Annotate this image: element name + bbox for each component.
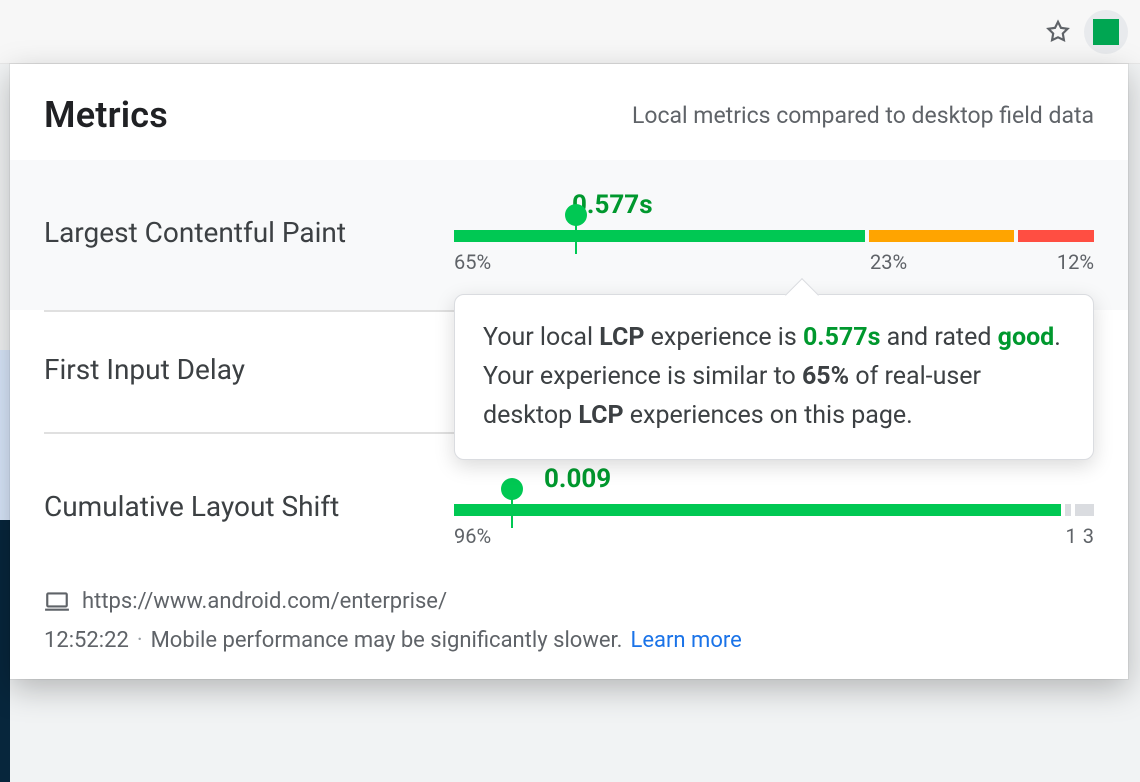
panel-footer: https://www.android.com/enterprise/ 12:5…: [10, 584, 1128, 679]
local-value-marker-icon: [501, 478, 523, 500]
segment-good: [454, 230, 865, 242]
extension-status-icon: [1093, 19, 1119, 45]
background-dark-band: [0, 520, 10, 782]
field-distribution-bar: [454, 230, 1094, 242]
tt-value: 0.577s: [803, 323, 880, 352]
footer-url-line: https://www.android.com/enterprise/: [44, 588, 1094, 614]
segment-good: [454, 504, 1061, 516]
page-url: https://www.android.com/enterprise/: [82, 589, 447, 614]
metric-local-value: 0.577s: [572, 190, 1094, 224]
pct-good: 96%: [454, 524, 491, 548]
device-desktop-icon: [44, 588, 70, 614]
metric-label: First Input Delay: [44, 353, 454, 386]
background-stripe: [0, 350, 10, 530]
timestamp: 12:52:22: [44, 628, 129, 653]
metric-label: Cumulative Layout Shift: [44, 490, 454, 523]
metric-chart-cls: 0.009 96% 1 3: [454, 464, 1094, 548]
metric-chart-lcp: 0.577s 65% 23% 12%: [454, 190, 1094, 274]
tt-percent: 65%: [802, 362, 849, 391]
panel-title: Metrics: [44, 94, 168, 136]
tt-rating: good: [998, 323, 1055, 352]
segment-needs-improvement: [869, 230, 1014, 242]
metric-local-value: 0.009: [544, 464, 1094, 498]
tt-text: and rated: [880, 323, 997, 352]
pct-good: 65%: [454, 250, 870, 274]
pct-ok: 23%: [870, 250, 1017, 274]
segment-percent-labels: 65% 23% 12%: [454, 250, 1094, 274]
bookmark-star-icon[interactable]: [1044, 18, 1072, 46]
panel-subtitle: Local metrics compared to desktop field …: [632, 102, 1094, 129]
metric-row-lcp[interactable]: Largest Contentful Paint 0.577s 65% 23% …: [10, 160, 1128, 310]
tt-text: experiences on this page.: [624, 401, 913, 430]
segment-unknown-a: [1065, 504, 1071, 516]
local-value-marker-icon: [565, 204, 587, 226]
pct-bad: 12%: [1017, 250, 1094, 274]
separator-dot: ·: [137, 628, 143, 653]
segment-poor: [1018, 230, 1094, 242]
metric-tooltip: Your local LCP experience is 0.577s and …: [454, 294, 1094, 460]
tt-abbr: LCP: [578, 401, 623, 430]
panel-header: Metrics Local metrics compared to deskto…: [10, 64, 1128, 160]
browser-toolbar: [0, 0, 1140, 64]
extension-badge[interactable]: [1084, 10, 1128, 54]
tt-text: experience is: [644, 323, 803, 352]
tt-text: Your local: [483, 323, 599, 352]
learn-more-link[interactable]: Learn more: [630, 628, 741, 653]
mobile-warning-text: Mobile performance may be significantly …: [151, 628, 623, 653]
pct-b: 3: [1083, 524, 1094, 548]
tt-abbr: LCP: [599, 323, 644, 352]
pct-a: 1: [1066, 524, 1077, 548]
segment-unknown-b: [1075, 504, 1094, 516]
field-distribution-bar: [454, 504, 1094, 516]
metric-label: Largest Contentful Paint: [44, 216, 454, 249]
segment-percent-labels: 96% 1 3: [454, 524, 1094, 548]
footer-status-line: 12:52:22 · Mobile performance may be sig…: [44, 628, 1094, 653]
